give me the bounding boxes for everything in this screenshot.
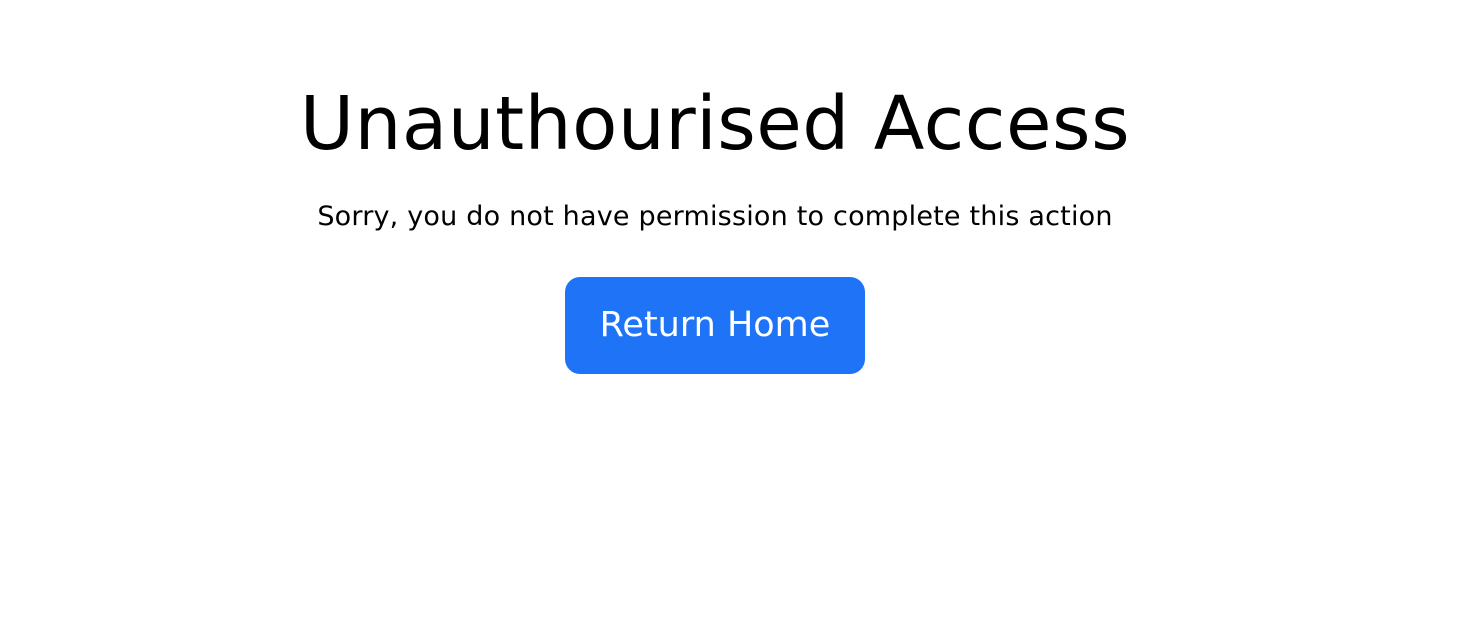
- permission-message: Sorry, you do not have permission to com…: [317, 201, 1113, 232]
- return-home-button[interactable]: Return Home: [565, 277, 865, 374]
- page-title: Unauthourised Access: [299, 81, 1131, 167]
